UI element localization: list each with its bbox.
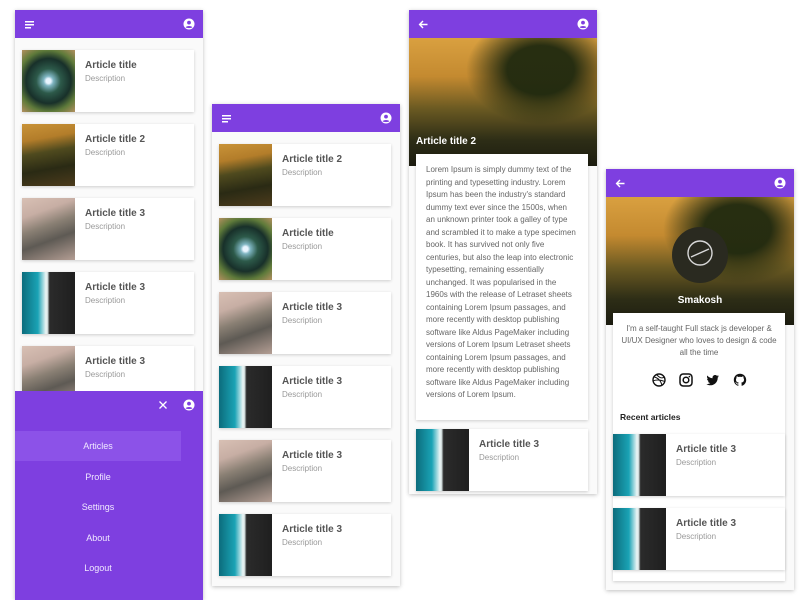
article-title: Article title 3 — [282, 376, 343, 387]
article-title: Article title 3 — [282, 302, 343, 313]
article-description: Description — [282, 538, 323, 547]
article-title: Article title 3 — [282, 450, 343, 461]
close-icon[interactable] — [156, 398, 170, 412]
article-card[interactable]: Article title 3 Description — [613, 434, 785, 496]
article-description: Description — [282, 390, 323, 399]
account-icon[interactable] — [182, 17, 196, 31]
article-title: Article title — [282, 228, 334, 239]
article-title: Article title 3 — [85, 356, 146, 367]
article-card[interactable]: Article title 3 Description — [22, 272, 194, 334]
article-title: Article title 3 — [676, 444, 737, 455]
avatar — [672, 227, 728, 283]
app-bar — [15, 10, 203, 38]
article-card-text: Article title 3 Description — [75, 198, 155, 260]
article-card[interactable]: Article title 3 Description — [219, 514, 391, 576]
article-description: Description — [85, 74, 126, 83]
article-card[interactable]: Article title 3 Description — [219, 366, 391, 428]
article-description: Description — [282, 316, 323, 325]
article-thumbnail — [22, 50, 75, 112]
article-card-text: Article title 3 Description — [272, 292, 352, 354]
article-description: Description — [282, 242, 323, 251]
article-description: Description — [479, 453, 520, 462]
article-title: Article title 2 — [85, 134, 146, 145]
article-thumbnail — [22, 272, 75, 334]
article-card[interactable]: Article title 2 Description — [22, 124, 194, 186]
article-title: Article title 3 — [85, 282, 146, 293]
article-title: Article title 3 — [676, 518, 737, 529]
related-article-card[interactable]: Article title 3 Description — [416, 429, 588, 491]
article-thumbnail — [613, 508, 666, 570]
menu-item-profile[interactable]: Profile — [15, 462, 181, 492]
menu-item-logout[interactable]: Logout — [15, 553, 181, 583]
menu-item-about[interactable]: About — [15, 523, 181, 553]
app-bar — [212, 104, 400, 132]
article-description: Description — [676, 458, 717, 467]
recent-article-list: Article title 3 Description Article title … — [606, 313, 794, 581]
article-card[interactable]: Article title 3 Description — [219, 440, 391, 502]
article-thumbnail — [613, 434, 666, 496]
account-icon[interactable] — [182, 398, 196, 412]
article-card-text: Article title 2 Description — [75, 124, 155, 186]
menu-icon[interactable] — [219, 111, 233, 125]
app-bar — [409, 10, 597, 38]
drawer-menu: Articles Profile Settings About Logout — [15, 391, 203, 600]
article-description: Description — [85, 370, 126, 379]
article-card[interactable]: Article title 3 Description — [613, 508, 785, 570]
article-card-text: Article title 3 Description — [272, 366, 352, 428]
screen-article-list-2: Article title 2 Description Article title D… — [212, 104, 400, 586]
article-thumbnail — [219, 514, 272, 576]
article-description: Description — [282, 168, 323, 177]
account-icon[interactable] — [379, 111, 393, 125]
account-icon[interactable] — [773, 176, 787, 190]
article-description: Description — [676, 532, 717, 541]
article-title: Article title 2 — [282, 154, 343, 165]
article-description: Description — [85, 222, 126, 231]
article-card-text: Article title 3 Description — [666, 508, 746, 570]
drawer-menu-list: Articles Profile Settings About Logout — [15, 431, 181, 600]
menu-item-articles[interactable]: Articles — [15, 431, 181, 461]
hero-title: Article title 2 — [416, 136, 477, 147]
article-thumbnail — [22, 124, 75, 186]
article-card-text: Article title Description — [272, 218, 344, 280]
article-card-text: Article title 3 Description — [272, 440, 352, 502]
article-thumbnail — [22, 198, 75, 260]
article-body: Lorem Ipsum is simply dummy text of the … — [416, 154, 588, 420]
screen-article-detail: Article title 2 Lorem Ipsum is simply du… — [409, 10, 597, 494]
article-card-text: Article title Description — [75, 50, 147, 112]
app-bar — [606, 169, 794, 197]
article-thumbnail — [219, 366, 272, 428]
screen-profile: Smakosh I'm a self-taught Full stack js … — [606, 169, 794, 590]
menu-icon[interactable] — [22, 17, 36, 31]
article-card[interactable]: Article title 3 Description — [22, 198, 194, 260]
article-thumbnail — [219, 144, 272, 206]
logo-icon — [685, 238, 715, 273]
article-description: Description — [85, 296, 126, 305]
article-description: Description — [282, 464, 323, 473]
profile-card: I'm a self-taught Full stack js develope… — [613, 313, 785, 581]
article-title: Article title 3 — [479, 439, 540, 450]
article-thumbnail — [416, 429, 469, 491]
article-card-text: Article title 2 Description — [272, 144, 352, 206]
profile-name: Smakosh — [677, 295, 723, 306]
article-thumbnail — [219, 218, 272, 280]
back-arrow-icon[interactable] — [416, 17, 430, 31]
article-card[interactable]: Article title Description — [219, 218, 391, 280]
article-card-text: Article title 3 Description — [666, 434, 746, 496]
article-description: Description — [85, 148, 126, 157]
article-card-text: Article title 3 Description — [75, 272, 155, 334]
article-title: Article title 3 — [282, 524, 343, 535]
article-thumbnail — [219, 292, 272, 354]
account-icon[interactable] — [576, 17, 590, 31]
article-title: Article title — [85, 60, 137, 71]
article-card[interactable]: Article title Description — [22, 50, 194, 112]
screen-article-list: Article title Description Article title 2 D… — [15, 10, 203, 600]
article-card-text: Article title 3 Description — [272, 514, 352, 576]
menu-item-settings[interactable]: Settings — [15, 492, 181, 522]
article-card[interactable]: Article title 3 Description — [219, 292, 391, 354]
back-arrow-icon[interactable] — [613, 176, 627, 190]
article-thumbnail — [219, 440, 272, 502]
article-title: Article title 3 — [85, 208, 146, 219]
article-card[interactable]: Article title 2 Description — [219, 144, 391, 206]
